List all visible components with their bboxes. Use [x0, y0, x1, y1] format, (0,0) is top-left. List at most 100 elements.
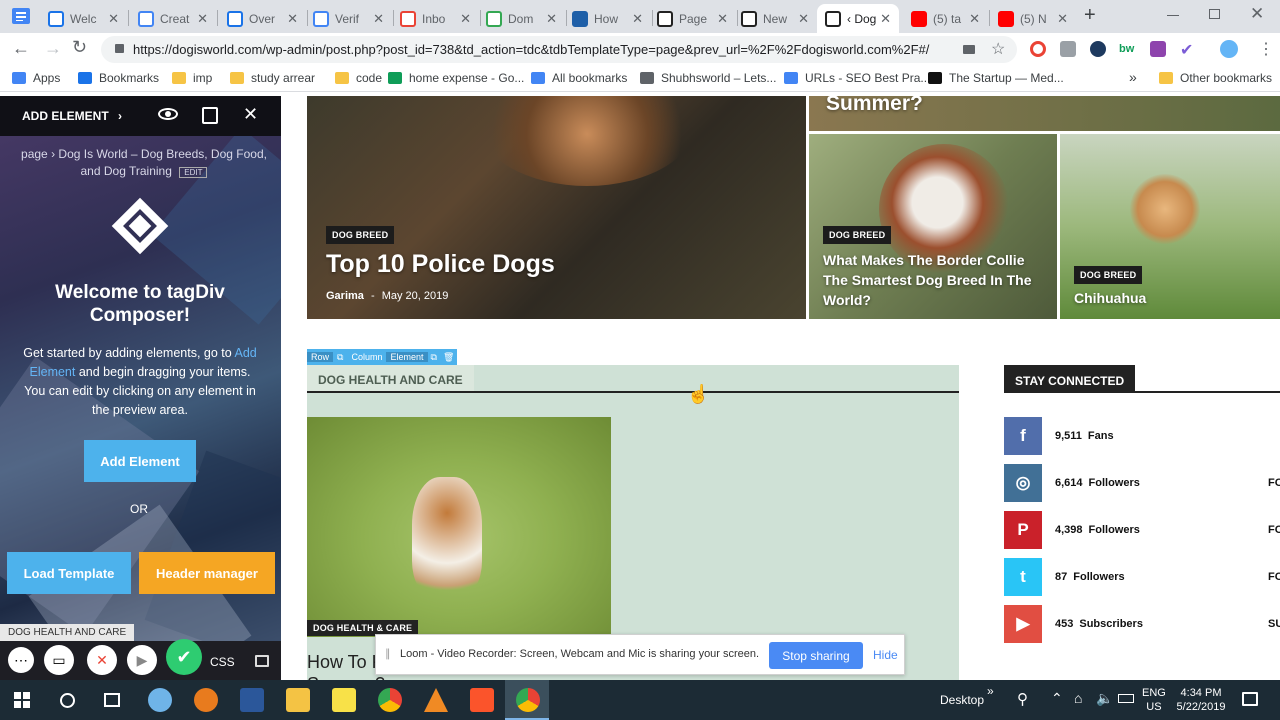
bookmark-item[interactable]: Shubhsworld – Lets...: [640, 71, 776, 85]
hide-button[interactable]: Hide: [873, 648, 898, 662]
search-circle-icon[interactable]: [60, 693, 75, 708]
other-bookmarks-folder[interactable]: Other bookmarks: [1159, 71, 1272, 85]
social-counter-row[interactable]: ▶ 453 Subscribers SUBSC: [1004, 605, 1280, 643]
save-icon[interactable]: [202, 107, 218, 124]
browser-tab[interactable]: Welc ✕: [40, 4, 127, 33]
trash-icon[interactable]: 🗑: [440, 352, 457, 363]
social-counter-row[interactable]: f 9,511 Fans: [1004, 417, 1280, 455]
sticky-notes-icon[interactable]: [332, 688, 356, 712]
close-icon[interactable]: ✕: [243, 104, 258, 125]
close-tab-icon[interactable]: ✕: [373, 11, 384, 27]
extension-icon[interactable]: ✔: [1180, 40, 1193, 60]
section-title-block[interactable]: DOG HEALTH AND CARE: [307, 365, 474, 392]
extension-icon[interactable]: bw: [1119, 43, 1134, 55]
star-icon[interactable]: ☆: [991, 39, 1005, 59]
browser-tab[interactable]: How ✕: [564, 4, 651, 33]
people-icon[interactable]: ⚲: [1017, 690, 1028, 708]
profile-avatar[interactable]: [1220, 40, 1238, 58]
browser-tab[interactable]: Verif ✕: [305, 4, 392, 33]
close-tab-icon[interactable]: ✕: [108, 11, 119, 27]
brave-app-icon[interactable]: [470, 688, 494, 712]
extension-icon[interactable]: [1030, 41, 1046, 57]
close-tab-icon[interactable]: ✕: [632, 11, 643, 27]
social-counter-row[interactable]: P 4,398 Followers FOL: [1004, 511, 1280, 549]
address-bar[interactable]: https://dogisworld.com/wp-admin/post.php…: [101, 36, 1017, 63]
copy-icon[interactable]: ⧉: [333, 352, 347, 363]
bookmark-item[interactable]: All bookmarks: [531, 71, 627, 85]
clock[interactable]: 4:34 PM 5/22/2019: [1176, 686, 1226, 714]
close-tab-icon[interactable]: ✕: [460, 11, 471, 27]
breadcrumb-page[interactable]: page: [21, 147, 48, 161]
browser-tab[interactable]: (5) N ✕: [990, 4, 1076, 33]
mcafee-app-icon[interactable]: [194, 688, 218, 712]
row-tab[interactable]: Row: [307, 352, 334, 362]
menu-icon[interactable]: ⋮: [1258, 39, 1274, 59]
post-title[interactable]: Chihuahua: [1074, 290, 1146, 306]
close-tab-icon[interactable]: ✕: [546, 11, 557, 27]
post-tile-police-dogs[interactable]: DOG BREED Top 10 Police Dogs Garima - Ma…: [307, 96, 806, 319]
category-badge[interactable]: DOG BREED: [326, 226, 395, 244]
bookmark-item[interactable]: imp: [172, 71, 212, 85]
stop-sharing-button[interactable]: Stop sharing: [769, 642, 863, 669]
category-badge[interactable]: DOG BREED: [823, 226, 892, 244]
category-badge[interactable]: DOG BREED: [1074, 266, 1143, 284]
chrome-app-icon[interactable]: [516, 688, 540, 712]
responsive-view-icon[interactable]: ▭: [44, 645, 74, 675]
bookmark-item[interactable]: URLs - SEO Best Pra...: [784, 71, 930, 85]
extension-icon[interactable]: [1150, 41, 1166, 57]
battery-icon[interactable]: [1118, 694, 1134, 703]
bookmark-item[interactable]: The Startup — Med...: [928, 71, 1064, 85]
bookmark-item[interactable]: Bookmarks: [78, 71, 159, 85]
browser-tab[interactable]: Page ✕: [649, 4, 736, 33]
close-tab-icon[interactable]: ✕: [197, 11, 208, 27]
more-bookmarks-button[interactable]: »: [1129, 69, 1137, 85]
bookmark-item[interactable]: Apps: [12, 71, 60, 85]
header-manager-button[interactable]: Header manager: [139, 552, 275, 594]
extension-icon[interactable]: [1090, 41, 1106, 57]
word-app-icon[interactable]: [240, 688, 264, 712]
css-button[interactable]: CSS: [210, 655, 235, 669]
post-title[interactable]: What Makes The Border Collie The Smartes…: [823, 250, 1048, 310]
browser-tab[interactable]: Dom ✕: [478, 4, 565, 33]
reload-icon[interactable]: ↻: [72, 37, 87, 58]
pinterest-icon[interactable]: P: [1004, 511, 1042, 549]
drag-handle-icon[interactable]: ∥: [385, 647, 391, 660]
discard-icon[interactable]: ✕: [87, 645, 117, 675]
copy-icon[interactable]: ⧉: [428, 352, 440, 363]
desktop-toolbar-label[interactable]: Desktop: [940, 693, 984, 707]
file-explorer-icon[interactable]: [286, 688, 310, 712]
camera-icon[interactable]: [963, 45, 975, 54]
minimize-icon[interactable]: [1167, 15, 1179, 16]
layers-icon[interactable]: [255, 655, 269, 667]
close-tab-icon[interactable]: ✕: [287, 11, 298, 27]
save-check-icon[interactable]: ✔: [166, 639, 202, 675]
social-counter-row[interactable]: ◎ 6,614 Followers FOL: [1004, 464, 1280, 502]
youtube-icon[interactable]: ▶: [1004, 605, 1042, 643]
post-title[interactable]: Summer?: [826, 96, 923, 116]
forward-icon[interactable]: →: [44, 38, 62, 59]
back-icon[interactable]: ←: [12, 38, 30, 59]
task-view-icon[interactable]: [104, 693, 120, 707]
close-window-icon[interactable]: ✕: [1250, 4, 1264, 24]
notifications-icon[interactable]: [1242, 692, 1258, 706]
maximize-icon[interactable]: [1209, 9, 1220, 19]
browser-tab[interactable]: ‹ Dog ✕: [817, 4, 899, 33]
volume-icon[interactable]: 🔈: [1096, 690, 1113, 707]
browser-tab[interactable]: Over ✕: [219, 4, 306, 33]
eye-icon[interactable]: [158, 108, 178, 120]
twitter-icon[interactable]: t: [1004, 558, 1042, 596]
browser-tab[interactable]: Inbo ✕: [392, 4, 479, 33]
social-counter-row[interactable]: t 87 Followers FOL: [1004, 558, 1280, 596]
paint-app-icon[interactable]: [148, 688, 172, 712]
vlc-app-icon[interactable]: [424, 688, 448, 712]
new-tab-button[interactable]: +: [1084, 4, 1096, 27]
post-tile-summer[interactable]: Summer?: [809, 96, 1280, 131]
element-tab[interactable]: Element: [386, 352, 428, 362]
bookmark-item[interactable]: study arrear: [230, 71, 315, 85]
tray-up-icon[interactable]: ⌃: [1051, 690, 1063, 707]
close-tab-icon[interactable]: ✕: [969, 11, 980, 27]
breadcrumb-title[interactable]: Dog Is World – Dog Breeds, Dog Food, and…: [58, 147, 267, 178]
sidebar-icon[interactable]: [12, 8, 30, 24]
browser-tab[interactable]: New ✕: [733, 4, 817, 33]
add-element-main-button[interactable]: Add Element: [84, 440, 196, 482]
